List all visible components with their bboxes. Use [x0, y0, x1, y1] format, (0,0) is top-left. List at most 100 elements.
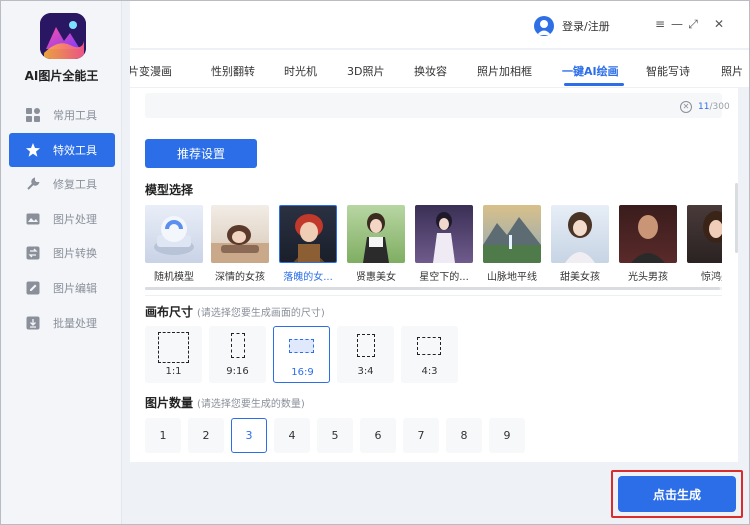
model-thumbnail	[687, 205, 722, 263]
user-avatar-icon	[534, 16, 554, 36]
grid-icon	[25, 107, 41, 123]
size-option-4-3[interactable]: 4:3	[401, 326, 458, 383]
count-option-5[interactable]: 5	[317, 418, 353, 453]
sidebar-item-label: 特效工具	[53, 143, 97, 157]
size-option-3-4[interactable]: 3:4	[337, 326, 394, 383]
count-option-9[interactable]: 9	[489, 418, 525, 453]
sidebar-nav: 常用工具 特效工具 修复工具 图片处理 图片转换 图片编辑 批量处理	[9, 98, 115, 340]
batch-icon	[25, 315, 41, 331]
sidebar-item-effects-tools[interactable]: 特效工具	[9, 132, 115, 167]
size-label: 3:4	[357, 366, 374, 377]
sidebar-item-image-convert[interactable]: 图片转换	[9, 236, 115, 270]
login-label: 登录/注册	[562, 20, 610, 33]
model-list-scrollbar[interactable]	[145, 287, 722, 290]
title-bar: 登录/注册 ≡ — ⤢ ✕	[130, 1, 749, 49]
model-option-stunning-beauty[interactable]: 惊鸿美	[687, 205, 722, 283]
model-label: 贤惠美女	[356, 272, 396, 283]
scrollbar-thumb[interactable]	[145, 287, 720, 290]
count-section-hint: (请选择您要生成的数量)	[197, 399, 305, 410]
sidebar-item-label: 图片编辑	[53, 281, 97, 295]
model-label: 光头男孩	[628, 272, 668, 283]
size-option-16-9[interactable]: 16:9	[273, 326, 330, 383]
model-thumbnail	[483, 205, 541, 263]
ratio-shape-icon	[357, 334, 375, 357]
canvas-section-title: 画布尺寸 (请选择您要生成画面的尺寸)	[145, 303, 325, 320]
char-count-max: /300	[709, 102, 730, 112]
tab-ai-painting[interactable]: 一键AI绘画	[562, 63, 619, 79]
sidebar-item-label: 图片转换	[53, 247, 97, 261]
model-option-fallen-girl[interactable]: 落魄的女...	[279, 205, 339, 283]
close-icon[interactable]: ✕	[712, 17, 726, 31]
model-thumbnail	[211, 205, 269, 263]
count-section-title: 图片数量 (请选择您要生成的数量)	[145, 394, 305, 411]
model-option-under-starry-sky[interactable]: 星空下的...	[415, 205, 475, 283]
count-option-2[interactable]: 2	[188, 418, 224, 453]
tab-makeup[interactable]: 换妆容	[414, 63, 447, 79]
model-label: 甜美女孩	[560, 272, 600, 283]
generate-button[interactable]: 点击生成	[618, 476, 736, 512]
count-option-8[interactable]: 8	[446, 418, 482, 453]
model-thumbnail	[279, 205, 337, 263]
image-icon	[25, 211, 41, 227]
count-option-7[interactable]: 7	[403, 418, 439, 453]
feature-tabs: 照片变漫画 性别翻转 时光机 3D照片 换妆容 照片加相框 一键AI绘画 智能写…	[130, 50, 749, 88]
main-content: ✕ 11/300 推荐设置 模型选择 随机模型 深情的女孩 落魄的女... 贤惠…	[130, 88, 738, 462]
char-count-current: 11	[698, 102, 710, 112]
edit-icon	[25, 280, 41, 296]
prompt-input[interactable]: ✕ 11/300	[145, 93, 730, 118]
repair-icon	[25, 176, 41, 192]
sidebar-item-label: 修复工具	[53, 178, 97, 192]
ratio-shape-icon	[417, 337, 441, 355]
app-title: AI图片全能王	[24, 69, 99, 83]
tab-photo-more[interactable]: 照片	[721, 63, 743, 79]
login-button[interactable]: 登录/注册	[534, 16, 610, 36]
section-divider	[145, 295, 722, 296]
model-option-mountain-horizon[interactable]: 山脉地平线	[483, 205, 543, 283]
count-option-6[interactable]: 6	[360, 418, 396, 453]
clear-icon[interactable]: ✕	[680, 101, 692, 113]
maximize-icon[interactable]: ⤢	[686, 17, 700, 31]
sidebar-item-batch-processing[interactable]: 批量处理	[9, 306, 115, 340]
minimize-icon[interactable]: —	[670, 17, 684, 31]
sidebar: AI图片全能王 常用工具 特效工具 修复工具 图片处理 图片转换 图片编辑 批量…	[1, 1, 122, 524]
model-option-virtuous-beauty[interactable]: 贤惠美女	[347, 205, 407, 283]
model-option-affectionate-girl[interactable]: 深情的女孩	[211, 205, 271, 283]
model-list: 随机模型 深情的女孩 落魄的女... 贤惠美女 星空下的... 山脉地平线 甜美…	[145, 205, 722, 283]
sidebar-item-repair-tools[interactable]: 修复工具	[9, 167, 115, 201]
star-icon	[25, 142, 41, 158]
ratio-shape-icon	[289, 339, 314, 353]
tab-3d-photo[interactable]: 3D照片	[347, 63, 384, 79]
size-option-9-16[interactable]: 9:16	[209, 326, 266, 383]
size-label: 9:16	[226, 366, 249, 377]
recommend-settings-button[interactable]: 推荐设置	[145, 139, 257, 168]
tab-smart-poetry[interactable]: 智能写诗	[646, 63, 690, 79]
size-option-1-1[interactable]: 1:1	[145, 326, 202, 383]
app-logo	[40, 13, 86, 59]
model-thumbnail	[415, 205, 473, 263]
model-label: 深情的女孩	[215, 272, 265, 283]
model-option-bald-boy[interactable]: 光头男孩	[619, 205, 679, 283]
model-section-title: 模型选择	[145, 181, 193, 198]
count-option-4[interactable]: 4	[274, 418, 310, 453]
content-scrollbar[interactable]	[735, 183, 738, 253]
sidebar-item-image-edit[interactable]: 图片编辑	[9, 271, 115, 305]
count-option-3[interactable]: 3	[231, 418, 267, 453]
count-option-1[interactable]: 1	[145, 418, 181, 453]
menu-icon[interactable]: ≡	[653, 17, 667, 31]
model-label: 落魄的女...	[283, 272, 333, 283]
sidebar-item-image-processing[interactable]: 图片处理	[9, 202, 115, 236]
model-option-sweet-girl[interactable]: 甜美女孩	[551, 205, 611, 283]
size-label: 1:1	[165, 366, 182, 377]
app-window: AI图片全能王 常用工具 特效工具 修复工具 图片处理 图片转换 图片编辑 批量…	[0, 0, 750, 525]
convert-icon	[25, 245, 41, 261]
model-thumbnail	[551, 205, 609, 263]
tab-time-machine[interactable]: 时光机	[284, 63, 317, 79]
model-thumbnail	[145, 205, 203, 263]
tab-photo-frame[interactable]: 照片加相框	[477, 63, 532, 79]
sidebar-item-common-tools[interactable]: 常用工具	[9, 98, 115, 132]
model-label: 星空下的...	[419, 272, 469, 283]
tab-gender-swap[interactable]: 性别翻转	[211, 63, 255, 79]
tab-photo-to-comic[interactable]: 照片变漫画	[130, 63, 172, 79]
model-option-random[interactable]: 随机模型	[145, 205, 205, 283]
sidebar-item-label: 批量处理	[53, 316, 97, 330]
